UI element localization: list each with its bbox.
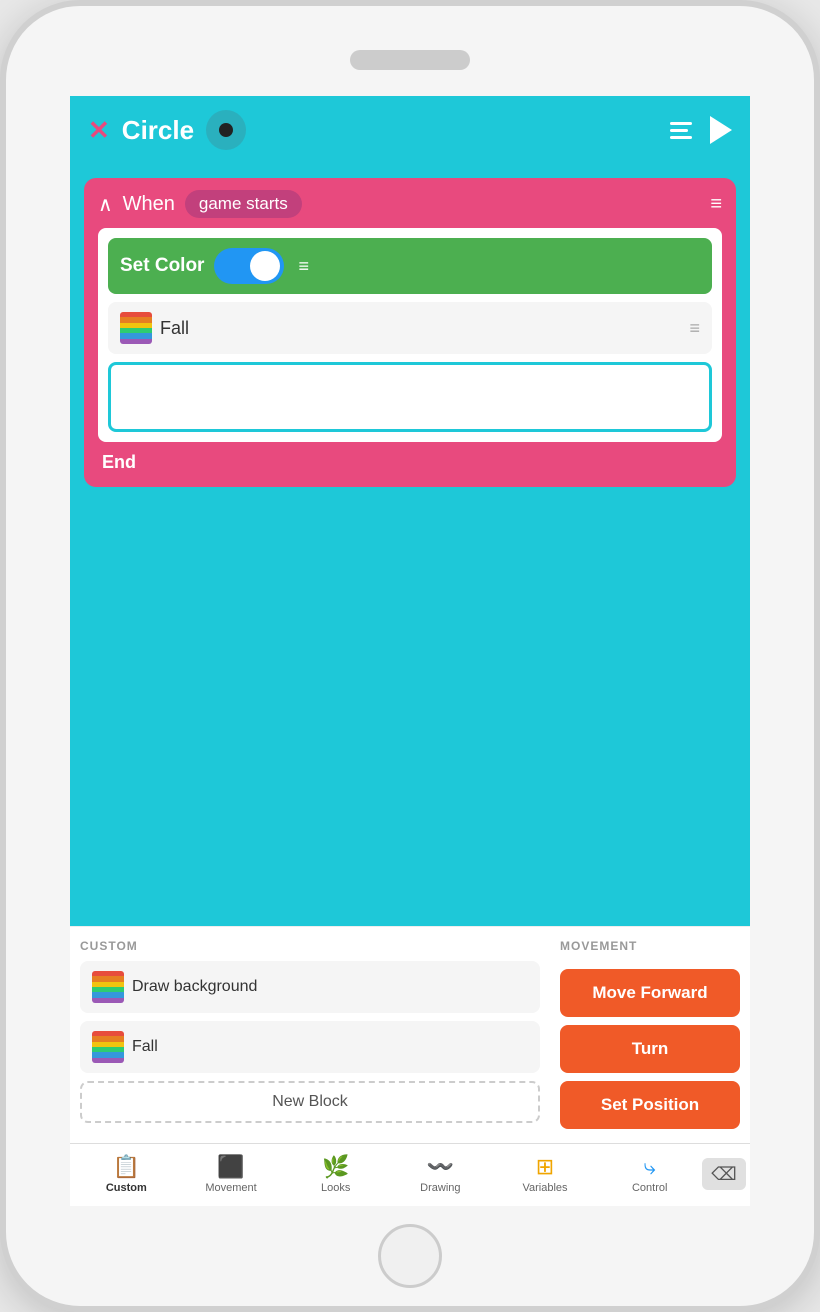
custom-icon: 📋 bbox=[113, 1154, 140, 1180]
nav-item-looks[interactable]: 🌿 Looks bbox=[283, 1150, 388, 1198]
home-button[interactable] bbox=[378, 1224, 442, 1288]
phone-device: ✕ Circle ∧ When game star bbox=[0, 0, 820, 1312]
event-block: ∧ When game starts ≡ Set Color ≡ bbox=[84, 178, 736, 487]
event-menu-icon[interactable]: ≡ bbox=[710, 193, 722, 216]
new-block[interactable]: New Block bbox=[80, 1081, 540, 1123]
delete-key[interactable]: ⌫ bbox=[702, 1158, 746, 1190]
event-header-left: ∧ When game starts bbox=[98, 190, 302, 218]
bottom-nav: 📋 Custom ⬛ Movement 🌿 Looks 〰️ Drawing ⊞ bbox=[70, 1143, 750, 1206]
phone-screen: ✕ Circle ∧ When game star bbox=[70, 96, 750, 1206]
event-header: ∧ When game starts ≡ bbox=[98, 190, 722, 218]
page-title: Circle bbox=[122, 115, 194, 146]
nav-item-variables[interactable]: ⊞ Variables bbox=[493, 1150, 598, 1198]
header-right bbox=[670, 116, 732, 144]
movement-icon: ⬛ bbox=[217, 1154, 244, 1180]
sprite-dot-inner bbox=[219, 123, 233, 137]
nav-item-custom[interactable]: 📋 Custom bbox=[74, 1150, 179, 1198]
header-left: ✕ Circle bbox=[88, 110, 246, 150]
panel-right: MOVEMENT Move Forward Turn Set Position bbox=[550, 927, 750, 1143]
phone-bottom-bar bbox=[6, 1206, 814, 1306]
fall-custom-block[interactable]: Fall bbox=[80, 1021, 540, 1073]
variables-icon: ⊞ bbox=[536, 1154, 554, 1180]
inner-blocks: Set Color ≡ bbox=[98, 228, 722, 442]
looks-icon: 🌿 bbox=[322, 1154, 349, 1180]
end-label: End bbox=[98, 452, 722, 473]
panel-content: CUSTOM Draw background bbox=[70, 927, 750, 1143]
custom-section-label: CUSTOM bbox=[80, 939, 540, 953]
close-icon[interactable]: ✕ bbox=[88, 115, 110, 146]
drawing-nav-label: Drawing bbox=[420, 1182, 460, 1194]
fall-custom-label: Fall bbox=[132, 1038, 158, 1056]
fall-menu-icon[interactable]: ≡ bbox=[689, 318, 700, 339]
variables-nav-label: Variables bbox=[523, 1182, 568, 1194]
draw-bg-rainbow-icon bbox=[92, 971, 124, 1003]
panel-left: CUSTOM Draw background bbox=[70, 927, 550, 1143]
movement-nav-label: Movement bbox=[205, 1182, 256, 1194]
fall-block-left: Fall bbox=[120, 312, 189, 344]
move-forward-button[interactable]: Move Forward bbox=[560, 969, 740, 1017]
fall-rainbow-icon bbox=[92, 1031, 124, 1063]
bottom-panel: CUSTOM Draw background bbox=[70, 926, 750, 1206]
screen-header: ✕ Circle bbox=[70, 96, 750, 164]
drawing-icon: 〰️ bbox=[427, 1154, 454, 1180]
nav-item-drawing[interactable]: 〰️ Drawing bbox=[388, 1150, 493, 1198]
code-area: ∧ When game starts ≡ Set Color ≡ bbox=[70, 164, 750, 926]
play-icon[interactable] bbox=[710, 116, 732, 144]
new-block-label: New Block bbox=[272, 1093, 348, 1111]
fall-block[interactable]: Fall ≡ bbox=[108, 302, 712, 354]
empty-block[interactable] bbox=[108, 362, 712, 432]
set-color-menu-icon[interactable]: ≡ bbox=[298, 256, 309, 277]
draw-background-block[interactable]: Draw background bbox=[80, 961, 540, 1013]
turn-button[interactable]: Turn bbox=[560, 1025, 740, 1073]
chevron-up-icon[interactable]: ∧ bbox=[98, 192, 113, 217]
set-color-label: Set Color bbox=[120, 255, 204, 277]
rainbow-icon bbox=[120, 312, 152, 344]
color-toggle[interactable] bbox=[214, 248, 284, 284]
color-toggle-circle bbox=[250, 251, 280, 281]
custom-nav-label: Custom bbox=[106, 1182, 147, 1194]
set-position-button[interactable]: Set Position bbox=[560, 1081, 740, 1129]
draw-background-label: Draw background bbox=[132, 978, 257, 996]
when-label: When bbox=[123, 193, 175, 216]
looks-nav-label: Looks bbox=[321, 1182, 350, 1194]
control-icon: ⤷ bbox=[644, 1154, 656, 1180]
movement-section-label: MOVEMENT bbox=[560, 939, 740, 953]
list-icon[interactable] bbox=[670, 122, 692, 139]
trigger-badge[interactable]: game starts bbox=[185, 190, 302, 218]
nav-item-movement[interactable]: ⬛ Movement bbox=[179, 1150, 284, 1198]
sprite-dot[interactable] bbox=[206, 110, 246, 150]
control-nav-label: Control bbox=[632, 1182, 667, 1194]
phone-top-bar bbox=[6, 6, 814, 96]
set-color-block[interactable]: Set Color ≡ bbox=[108, 238, 712, 294]
phone-speaker bbox=[350, 50, 470, 70]
fall-label: Fall bbox=[160, 318, 189, 339]
nav-item-control[interactable]: ⤷ Control bbox=[597, 1150, 702, 1198]
